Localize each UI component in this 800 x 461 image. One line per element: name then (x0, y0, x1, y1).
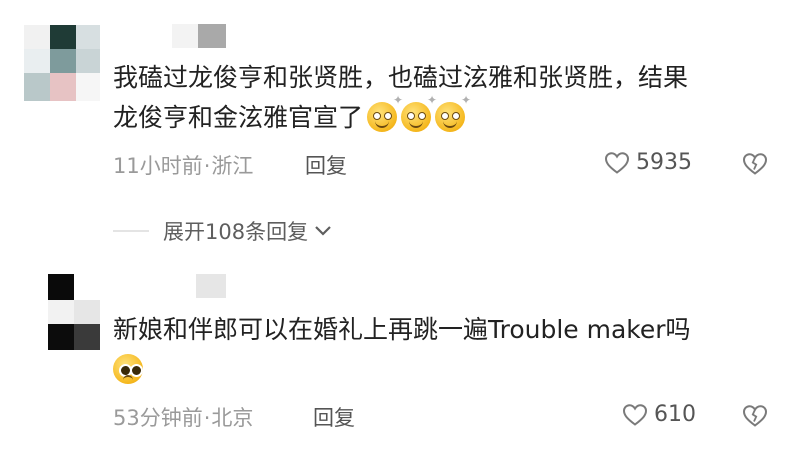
avatar-pixel (74, 300, 100, 324)
dizzy-face-emoji: ✦ (435, 94, 471, 132)
avatar-pixel (74, 324, 100, 350)
comment-text-line-2: 龙俊亨和金泫雅官宣了 ✦ ✦ ✦ (113, 94, 773, 138)
avatar-pixel (48, 324, 74, 350)
heart-icon (622, 403, 648, 426)
comment-text-line-2 (113, 350, 773, 390)
dizzy-face-emoji: ✦ (367, 94, 403, 132)
chevron-down-icon (315, 226, 331, 236)
avatar-pixel (24, 49, 50, 73)
reply-button[interactable]: 回复 (313, 402, 355, 432)
broken-heart-icon (742, 153, 768, 175)
like-button[interactable]: 610 (622, 402, 696, 427)
avatar-pixel (48, 274, 74, 300)
meta-separator: · (203, 406, 211, 430)
dizzy-face-emoji: ✦ (401, 94, 437, 132)
avatar-pixel (74, 274, 100, 300)
avatar-pixel (76, 49, 100, 73)
heart-icon (604, 151, 630, 174)
comment-text: 新娘和伴郎可以在婚礼上再跳一遍Trouble maker吗 (113, 310, 773, 390)
like-count: 5935 (636, 150, 692, 175)
avatar-pixel (76, 25, 100, 49)
avatar-pixel (50, 73, 76, 101)
like-count: 610 (654, 402, 696, 427)
comment-text-line: 龙俊亨和金泫雅官宣了 (113, 103, 364, 132)
expand-replies-button[interactable]: 展开108条回复 (113, 214, 332, 248)
username-blurred[interactable] (172, 24, 226, 48)
username-blur-block (198, 24, 226, 48)
avatar-pixel (48, 300, 74, 324)
comment-time: 53分钟前 (113, 406, 203, 430)
comment-meta: 53分钟前·北京 (113, 402, 253, 432)
avatar-pixel (24, 25, 50, 49)
meta-separator: · (203, 154, 211, 178)
comment-meta: 11小时前·浙江 (113, 150, 253, 180)
broken-heart-icon (742, 405, 768, 427)
username-blur-block (196, 274, 226, 298)
avatar-pixel (50, 25, 76, 49)
comment-item: 新娘和伴郎可以在婚礼上再跳一遍Trouble maker吗 (0, 268, 800, 461)
comment-text-line: 我磕过龙俊亨和张贤胜，也磕过泫雅和张贤胜，结果 (113, 63, 689, 92)
comment-text: 我磕过龙俊亨和张贤胜，也磕过泫雅和张贤胜，结果 龙俊亨和金泫雅官宣了 ✦ ✦ ✦ (113, 58, 773, 138)
dislike-button[interactable] (742, 152, 768, 180)
comment-time: 11小时前 (113, 154, 203, 178)
expand-replies-label: 展开108条回复 (163, 220, 309, 244)
avatar[interactable] (48, 274, 100, 350)
dislike-button[interactable] (742, 404, 768, 432)
username-blur-block (172, 24, 198, 48)
comment-location: 浙江 (211, 154, 254, 178)
avatar[interactable] (24, 25, 100, 101)
avatar-pixel (50, 49, 76, 73)
comment-location: 北京 (211, 406, 254, 430)
pleading-face-emoji (113, 354, 143, 384)
avatar-pixel (76, 73, 100, 101)
reply-button[interactable]: 回复 (305, 150, 347, 180)
divider (113, 230, 149, 232)
username-blurred[interactable] (196, 274, 226, 298)
avatar-pixel (24, 73, 50, 101)
like-button[interactable]: 5935 (604, 150, 692, 175)
comment-text-line: 新娘和伴郎可以在婚礼上再跳一遍Trouble maker吗 (113, 315, 691, 344)
